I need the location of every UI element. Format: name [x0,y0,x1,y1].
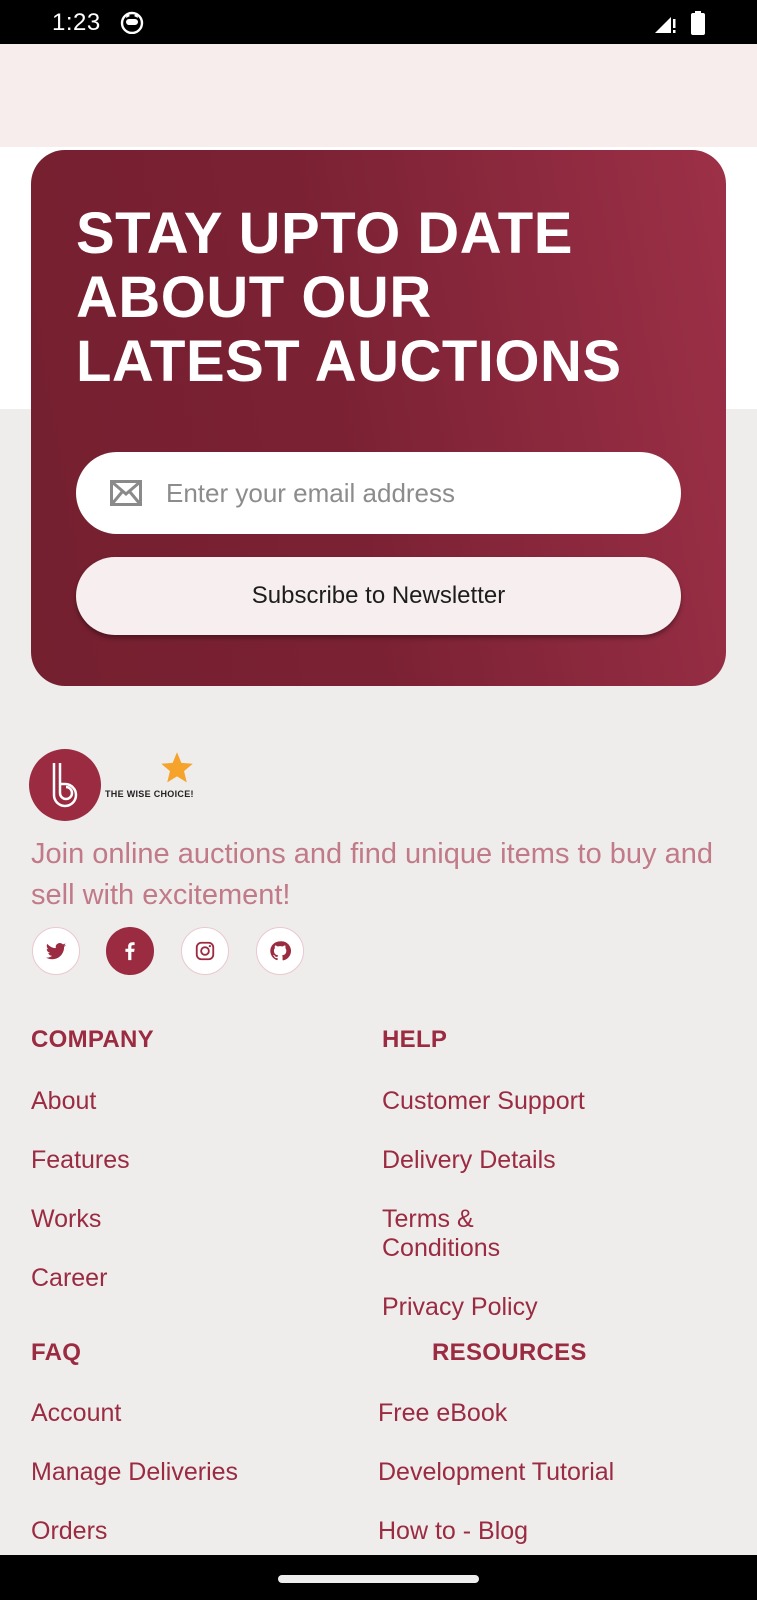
footer-link-about[interactable]: About [31,1087,96,1116]
signal-icon [655,17,676,33]
github-button[interactable] [256,927,304,975]
newsletter-title-line: ABOUT OUR [76,265,432,330]
notification-cat-icon [120,11,144,34]
battery-icon [691,11,705,35]
brand-description: Join online auctions and find unique ite… [31,838,713,911]
footer-link-customer-support[interactable]: Customer Support [382,1087,585,1116]
twitter-icon [45,943,67,960]
status-time: 1:23 [52,9,101,36]
top-strip [0,44,757,147]
footer-link-orders[interactable]: Orders [31,1517,107,1546]
home-gesture-handle[interactable] [278,1575,479,1583]
footer-link-free-ebook[interactable]: Free eBook [378,1399,507,1428]
footer-link-works[interactable]: Works [31,1205,101,1234]
footer-link-delivery-details[interactable]: Delivery Details [382,1146,556,1175]
footer-link-development-tutorial[interactable]: Development Tutorial [378,1458,614,1487]
newsletter-title-line: LATEST AUCTIONS [76,329,622,394]
logo-mark-icon [52,763,78,808]
email-field[interactable] [76,452,681,534]
newsletter-title: STAY UPTO DATE ABOUT OUR LATEST AUCTIONS [76,202,676,394]
brand-logo[interactable] [29,749,101,821]
instagram-button[interactable] [181,927,229,975]
subscribe-button[interactable]: Subscribe to Newsletter [76,557,681,635]
company-heading: COMPANY [31,1026,154,1053]
help-heading: HELP [382,1026,448,1053]
footer-link-career[interactable]: Career [31,1264,107,1293]
email-input[interactable] [166,452,656,534]
facebook-icon [125,942,135,961]
star-icon [161,752,193,783]
github-icon [270,941,291,961]
newsletter-title-line: STAY UPTO DATE [76,201,573,266]
footer-link-privacy-policy[interactable]: Privacy Policy [382,1293,538,1322]
newsletter-card: STAY UPTO DATE ABOUT OUR LATEST AUCTIONS… [31,150,726,686]
instagram-icon [195,941,215,961]
resources-heading: RESOURCES [432,1339,587,1366]
status-bar: 1:23 [0,0,757,44]
footer-link-how-to-blog[interactable]: How to - Blog [378,1517,528,1546]
faq-heading: FAQ [31,1339,82,1366]
brand-tagline: THE WISE CHOICE! [105,789,194,799]
footer-link-manage-deliveries[interactable]: Manage Deliveries [31,1458,238,1487]
twitter-button[interactable] [32,927,80,975]
facebook-button[interactable] [106,927,154,975]
footer-link-account[interactable]: Account [31,1399,121,1428]
mail-icon [110,480,142,506]
footer-link-features[interactable]: Features [31,1146,130,1175]
footer-link-terms[interactable]: Terms & Conditions [382,1205,552,1263]
